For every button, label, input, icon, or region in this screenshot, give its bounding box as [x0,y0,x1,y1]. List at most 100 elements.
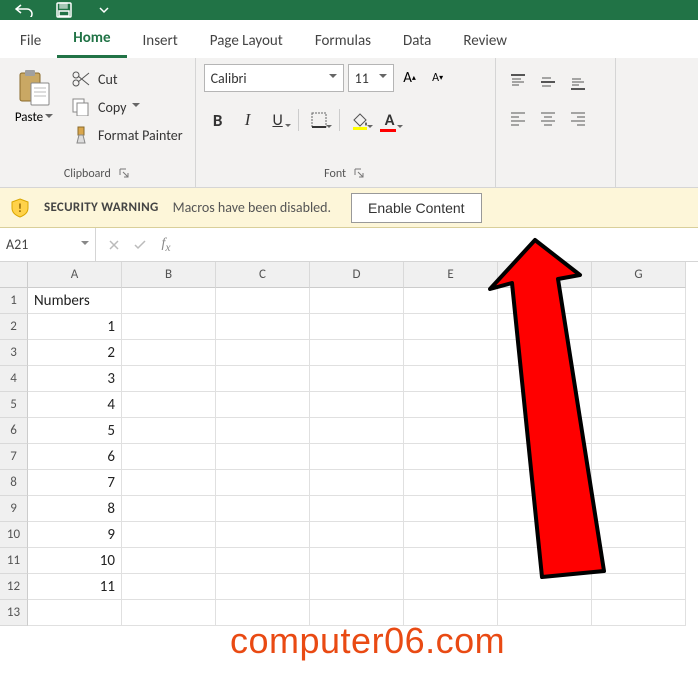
qat-undo-button[interactable] [8,2,40,18]
cell[interactable]: 1 [28,314,122,340]
cell[interactable]: 2 [28,340,122,366]
cell[interactable] [310,418,404,444]
cell[interactable] [404,288,498,314]
cell[interactable] [404,366,498,392]
cell[interactable]: 6 [28,444,122,470]
cell[interactable] [216,548,310,574]
cell[interactable] [498,288,592,314]
cell[interactable] [404,314,498,340]
align-left-button[interactable] [504,104,532,132]
cell[interactable]: 5 [28,418,122,444]
cell[interactable] [310,366,404,392]
cell[interactable] [216,392,310,418]
cell[interactable] [310,470,404,496]
format-painter-button[interactable]: Format Painter [66,124,187,146]
row-header[interactable]: 11 [0,548,28,574]
cell[interactable] [404,470,498,496]
cell[interactable] [310,548,404,574]
cell[interactable] [498,392,592,418]
row-header[interactable]: 1 [0,288,28,314]
formula-input[interactable] [184,228,698,261]
copy-button[interactable]: Copy [66,96,187,118]
cell[interactable] [310,574,404,600]
cell[interactable] [122,392,216,418]
cell[interactable] [122,366,216,392]
cell[interactable] [122,470,216,496]
cell[interactable] [592,496,686,522]
column-header[interactable]: F [498,262,592,288]
font-size-dropdown[interactable]: 11 [348,64,394,92]
qat-save-button[interactable] [48,2,80,18]
cell[interactable] [592,314,686,340]
cell[interactable] [122,522,216,548]
clipboard-launcher-icon[interactable] [117,167,131,181]
cell[interactable] [498,444,592,470]
cell[interactable] [592,522,686,548]
bold-button[interactable]: B [204,106,232,134]
cell[interactable] [310,522,404,548]
row-header[interactable]: 4 [0,366,28,392]
align-bottom-button[interactable] [564,68,592,96]
column-header[interactable]: E [404,262,498,288]
cell[interactable] [122,288,216,314]
cell[interactable] [592,288,686,314]
align-right-button[interactable] [564,104,592,132]
tab-review[interactable]: Review [447,22,523,58]
tab-page-layout[interactable]: Page Layout [194,22,299,58]
cell[interactable] [122,548,216,574]
name-box[interactable]: A21 [0,228,96,261]
tab-formulas[interactable]: Formulas [299,22,387,58]
row-header[interactable]: 2 [0,314,28,340]
cell[interactable] [592,574,686,600]
cell[interactable] [216,288,310,314]
row-header[interactable]: 7 [0,444,28,470]
column-header[interactable]: D [310,262,404,288]
cell[interactable] [592,470,686,496]
fill-color-button[interactable] [346,106,374,134]
cell[interactable] [592,548,686,574]
tab-data[interactable]: Data [387,22,447,58]
cell[interactable] [498,600,592,626]
tab-home[interactable]: Home [57,19,126,58]
increase-font-button[interactable]: A▴ [398,65,422,91]
cell[interactable] [310,314,404,340]
cell[interactable]: 8 [28,496,122,522]
cell[interactable] [592,340,686,366]
cell[interactable] [498,548,592,574]
cell[interactable] [592,444,686,470]
cell[interactable] [404,496,498,522]
cell[interactable] [404,574,498,600]
cell[interactable] [216,366,310,392]
cell[interactable] [592,600,686,626]
column-header[interactable]: B [122,262,216,288]
underline-button[interactable]: U [264,106,292,134]
cell[interactable] [122,574,216,600]
cell[interactable] [216,418,310,444]
row-header[interactable]: 13 [0,600,28,626]
cell[interactable] [592,392,686,418]
cell[interactable] [28,600,122,626]
cell[interactable]: 11 [28,574,122,600]
cell[interactable] [498,470,592,496]
cell[interactable] [404,340,498,366]
cell[interactable] [216,470,310,496]
cell[interactable] [498,574,592,600]
row-header[interactable]: 6 [0,418,28,444]
cut-button[interactable]: Cut [66,68,187,90]
cell[interactable] [404,444,498,470]
align-middle-button[interactable] [534,68,562,96]
cell[interactable] [122,314,216,340]
decrease-font-button[interactable]: A▾ [426,65,450,91]
cell[interactable]: 3 [28,366,122,392]
cell[interactable] [310,340,404,366]
cell[interactable] [498,522,592,548]
cell[interactable] [310,288,404,314]
cell[interactable] [404,392,498,418]
cell[interactable]: Numbers [28,288,122,314]
cell[interactable] [216,496,310,522]
cell[interactable]: 7 [28,470,122,496]
cancel-formula-button[interactable] [102,233,126,257]
column-header[interactable]: G [592,262,686,288]
paste-button[interactable]: Paste [8,64,60,165]
font-color-button[interactable]: A [376,106,404,134]
